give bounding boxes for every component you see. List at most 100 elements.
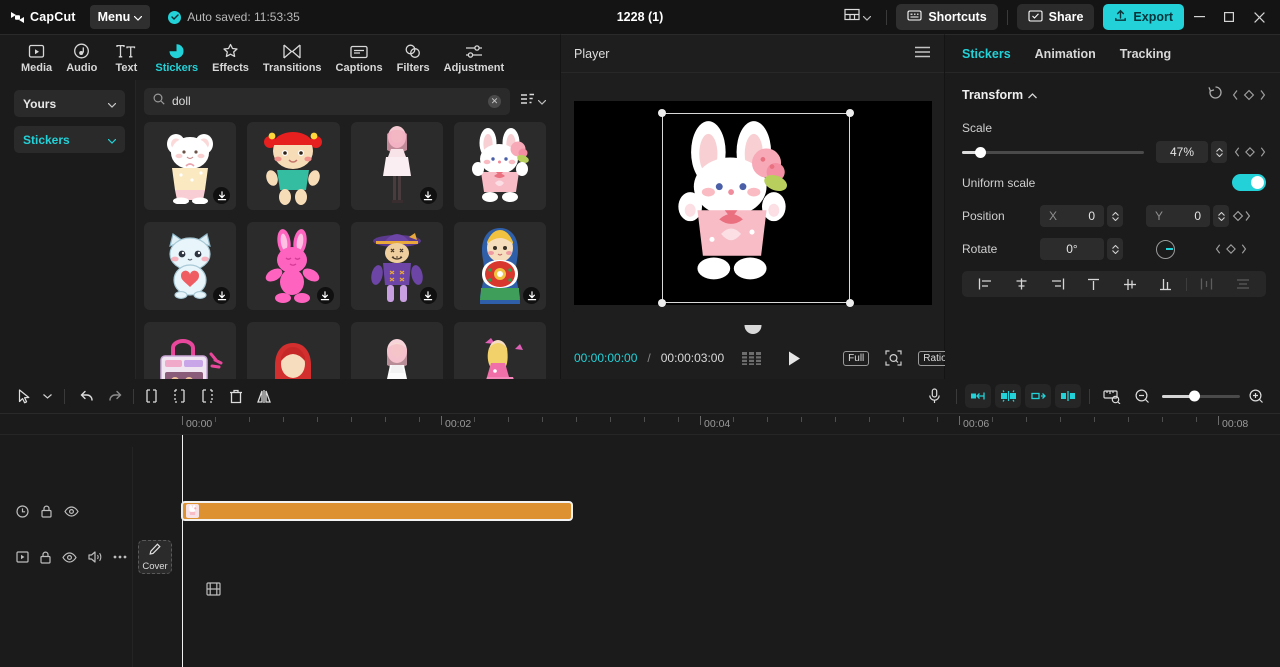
align-middle-vertical-icon[interactable] <box>1112 278 1148 291</box>
share-button[interactable]: Share <box>1016 4 1095 30</box>
category-yours[interactable]: Yours <box>14 90 125 117</box>
align-left-icon[interactable] <box>967 278 1003 290</box>
download-icon[interactable] <box>419 287 437 304</box>
align-bottom-icon[interactable] <box>1148 278 1184 291</box>
tab-captions[interactable]: Captions <box>329 41 390 74</box>
scale-slider[interactable] <box>962 145 1144 159</box>
play-icon[interactable] <box>788 351 801 366</box>
eye-icon[interactable] <box>62 551 77 563</box>
select-tool-icon[interactable] <box>10 383 38 409</box>
download-icon[interactable] <box>213 187 231 204</box>
split-right-icon[interactable] <box>194 383 222 409</box>
close-button[interactable] <box>1244 0 1274 34</box>
tab-adjustment[interactable]: Adjustment <box>437 41 512 74</box>
zoom-slider[interactable] <box>1162 390 1240 402</box>
undo-icon[interactable] <box>73 383 101 409</box>
download-icon[interactable] <box>419 187 437 204</box>
search-box[interactable]: ✕ <box>144 87 510 115</box>
timeline-tracks[interactable]: Cover <box>0 435 1280 667</box>
slider-knob[interactable] <box>974 146 986 158</box>
minimize-button[interactable] <box>1184 0 1214 34</box>
full-quality-button[interactable]: Full <box>843 350 870 366</box>
search-input[interactable] <box>172 94 481 108</box>
selection-handle-tl[interactable] <box>657 109 666 117</box>
rotate-dial[interactable] <box>1156 239 1175 259</box>
category-stickers[interactable]: Stickers <box>14 126 125 153</box>
position-keyframe[interactable] <box>1230 210 1250 222</box>
tab-tracking[interactable]: Tracking <box>1120 47 1171 61</box>
scale-value[interactable]: 47% <box>1156 141 1208 163</box>
tab-effects[interactable]: Effects <box>205 41 256 74</box>
download-icon[interactable] <box>316 287 334 304</box>
frames-icon[interactable] <box>742 351 762 365</box>
maximize-button[interactable] <box>1214 0 1244 34</box>
tab-audio[interactable]: Audio <box>59 41 104 74</box>
delete-icon[interactable] <box>222 383 250 409</box>
keyframe-prev-icon[interactable] <box>965 384 991 408</box>
rotate-handle[interactable] <box>744 325 761 334</box>
reset-icon[interactable] <box>1208 85 1223 105</box>
zoom-in-icon[interactable] <box>1242 383 1270 409</box>
sticker-item[interactable] <box>453 222 546 310</box>
sort-filter-button[interactable] <box>520 92 547 110</box>
hamburger-icon[interactable] <box>914 45 931 63</box>
tab-stickers[interactable]: Stickers <box>148 41 205 74</box>
sticker-item[interactable] <box>144 122 237 210</box>
clear-icon[interactable]: ✕ <box>488 94 501 108</box>
filmstrip-icon[interactable] <box>206 582 221 601</box>
selection-handle-tr[interactable] <box>845 109 854 117</box>
position-y-field[interactable]: Y 0 <box>1146 205 1210 227</box>
menu-button[interactable]: Menu <box>89 5 151 29</box>
timeline-ruler[interactable]: 00:00 00:02 00:04 00:06 00:08 <box>0 413 1280 435</box>
microphone-icon[interactable] <box>920 383 948 409</box>
tab-filters[interactable]: Filters <box>390 41 437 74</box>
scale-stepper[interactable] <box>1211 141 1227 163</box>
zoom-out-icon[interactable] <box>1128 383 1156 409</box>
layout-button[interactable] <box>838 4 877 30</box>
more-icon[interactable] <box>113 555 127 559</box>
align-top-icon[interactable] <box>1075 278 1111 291</box>
distribute-vertical-icon[interactable] <box>1225 278 1261 290</box>
timeline-clip-sticker[interactable] <box>181 501 573 521</box>
export-button[interactable]: Export <box>1103 4 1184 30</box>
magnifier-icon[interactable] <box>885 350 902 366</box>
position-y-stepper[interactable] <box>1213 205 1229 227</box>
zoom-knob[interactable] <box>1188 390 1200 402</box>
auto-cut-icon[interactable] <box>995 384 1021 408</box>
sticker-item[interactable] <box>350 222 443 310</box>
selection-box[interactable] <box>661 113 850 303</box>
sticker-item[interactable] <box>350 122 443 210</box>
align-center-horizontal-icon[interactable] <box>1003 278 1039 290</box>
uniform-scale-toggle[interactable] <box>1232 174 1266 191</box>
rotate-keyframe-nav[interactable] <box>1215 243 1247 255</box>
redo-icon[interactable] <box>101 383 129 409</box>
split-clip-icon[interactable] <box>1055 384 1081 408</box>
keyframe-next-icon[interactable] <box>1025 384 1051 408</box>
split-icon[interactable] <box>166 383 194 409</box>
download-icon[interactable] <box>523 287 540 304</box>
tab-transitions[interactable]: Transitions <box>256 41 329 74</box>
rotate-stepper[interactable] <box>1107 238 1123 260</box>
shortcuts-button[interactable]: Shortcuts <box>896 4 998 30</box>
tab-text[interactable]: Text <box>104 41 148 74</box>
tab-media[interactable]: Media <box>14 41 59 74</box>
selection-handle-bl[interactable] <box>657 299 666 307</box>
sticker-item[interactable] <box>453 322 546 379</box>
position-x-stepper[interactable] <box>1107 205 1123 227</box>
sticker-item[interactable] <box>453 122 546 210</box>
rotate-value[interactable]: 0° <box>1040 238 1104 260</box>
distribute-horizontal-icon[interactable] <box>1189 278 1225 290</box>
cover-button[interactable]: Cover <box>138 540 172 574</box>
keyframe-nav[interactable] <box>1232 89 1266 101</box>
split-left-icon[interactable] <box>138 383 166 409</box>
selection-handle-br[interactable] <box>845 299 854 307</box>
lock-icon[interactable] <box>40 551 51 564</box>
sticker-item[interactable] <box>247 222 340 310</box>
video-icon[interactable] <box>16 551 29 563</box>
sticker-item[interactable] <box>350 322 443 379</box>
measure-icon[interactable] <box>1098 383 1126 409</box>
download-icon[interactable] <box>213 287 231 304</box>
clock-icon[interactable] <box>16 504 29 518</box>
tab-animation[interactable]: Animation <box>1035 47 1096 61</box>
scale-keyframe-nav[interactable] <box>1234 146 1266 158</box>
